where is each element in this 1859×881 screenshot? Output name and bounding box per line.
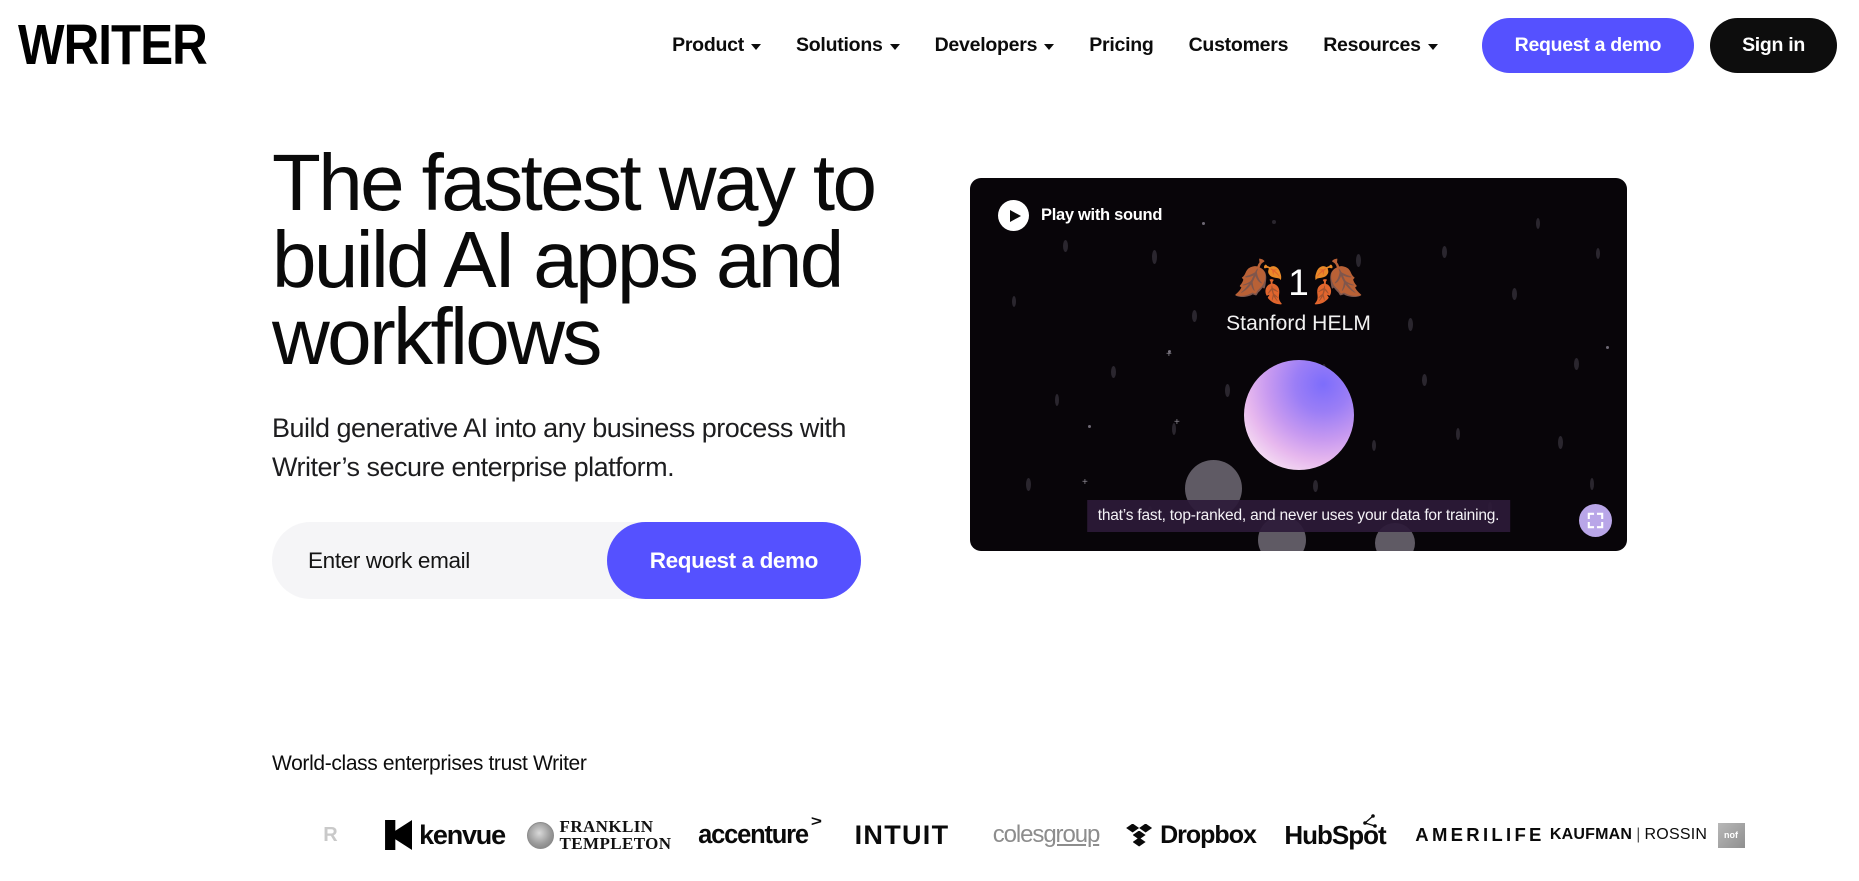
chevron-down-icon [751, 43, 761, 50]
nav-item-resources-label: Resources [1323, 33, 1421, 56]
logo-amerilife-label: AMERILIFE [1415, 824, 1545, 845]
logo-coles-group: colesgroup [976, 812, 1116, 858]
dropbox-mark-icon [1126, 823, 1153, 847]
nav-item-product-label: Product [672, 33, 744, 56]
franklin-seal-icon [526, 821, 554, 849]
demo-request-form: Request a demo [272, 522, 861, 600]
nav-item-product[interactable]: Product [672, 34, 761, 57]
request-demo-button[interactable]: Request a demo [1481, 17, 1695, 73]
hero-section: The fastest way to build AI apps and wor… [0, 90, 1859, 600]
hubspot-sprocket-icon [1362, 814, 1378, 830]
video-caption: that’s fast, top-ranked, and never uses … [1086, 500, 1511, 532]
play-with-sound-label: Play with sound [1041, 206, 1163, 224]
nav-item-solutions-label: Solutions [796, 33, 883, 56]
rossin-part: ROSSIN [1644, 826, 1708, 843]
coles-part2: group [1043, 821, 1100, 848]
award-rank-number: 1 [1288, 261, 1309, 303]
logo-dropbox-label: Dropbox [1160, 820, 1257, 849]
nav-item-pricing-label: Pricing [1089, 33, 1154, 56]
nav-buttons: Request a demo Sign in [1481, 17, 1837, 73]
nav-item-pricing[interactable]: Pricing [1089, 33, 1154, 57]
fullscreen-icon[interactable] [1579, 504, 1612, 537]
hero-copy: The fastest way to build AI apps and wor… [272, 138, 912, 600]
logo-franklin-templeton: FRANKLIN TEMPLETON [520, 812, 678, 858]
laurel-right-icon: 🍂 [1311, 258, 1365, 305]
logo-intuit-label: INTUIT [854, 819, 950, 850]
franklin-line2: TEMPLETON [559, 834, 672, 853]
writer-logo[interactable]: WRITER [18, 17, 208, 73]
logo-intuit: INTUIT [828, 812, 976, 858]
coles-part1: coles [992, 821, 1045, 848]
logo-coles-group-label: colesgroup [992, 821, 1101, 849]
nav-item-resources[interactable]: Resources [1323, 33, 1438, 57]
chevron-down-icon [1044, 43, 1055, 50]
accenture-arrow-icon: > [810, 813, 822, 830]
play-icon [998, 200, 1029, 231]
play-with-sound-button[interactable]: Play with sound [998, 200, 1162, 231]
logo-franklin-templeton-label: FRANKLIN TEMPLETON [560, 818, 672, 853]
laurel-left-icon: 🍂 [1232, 258, 1286, 305]
page-title: The fastest way to build AI apps and wor… [272, 138, 877, 381]
nav-links: Product Solutions Developers Pricing Cus… [672, 34, 1438, 57]
nav-item-solutions[interactable]: Solutions [796, 34, 900, 57]
gradient-sphere-graphic [1243, 360, 1354, 470]
hero-subheading: Build generative AI into any business pr… [272, 413, 846, 482]
kenvue-mark-icon [385, 820, 413, 850]
hero-video-player[interactable]: + + + Play with sound 🍂 1 🍂 Stanford HEL… [970, 178, 1627, 551]
logo-hubspot: HubSpot [1266, 812, 1404, 858]
logo-r: R [290, 812, 370, 858]
logo-kenvue-label: kenvue [419, 819, 506, 850]
logo-kaufman-rossin-label: KAUFMAN | ROSSIN [1550, 826, 1707, 844]
logo-nof: nof [1701, 812, 1761, 858]
logo-accenture-label: accenture [698, 820, 809, 849]
logo-kenvue: kenvue [370, 812, 520, 858]
award-benchmark-name: Stanford HELM [1226, 312, 1371, 335]
logo-r-label: R [323, 823, 337, 846]
franklin-line1: FRANKLIN [559, 816, 654, 836]
chevron-down-icon [1427, 43, 1438, 50]
logo-amerilife: AMERILIFE [1404, 812, 1556, 858]
nav-item-developers[interactable]: Developers [935, 34, 1055, 57]
logo-accenture: accenture > [678, 812, 828, 858]
customer-logo-row: R kenvue FRANKLIN TEMPLETON accenture > … [290, 812, 1745, 858]
logo-dropbox: Dropbox [1116, 812, 1266, 858]
logo-kaufman-rossin: KAUFMAN | ROSSIN [1550, 812, 1707, 858]
nav-item-customers[interactable]: Customers [1189, 34, 1289, 57]
sign-in-button[interactable]: Sign in [1710, 17, 1837, 73]
logo-nof-label: nof [1717, 822, 1745, 848]
kaufman-part: KAUFMAN [1549, 826, 1633, 843]
nav-item-customers-label: Customers [1188, 33, 1289, 56]
hero-request-demo-button[interactable]: Request a demo [606, 522, 861, 600]
top-navigation-bar: WRITER Product Solutions Developers Pric… [0, 0, 1859, 90]
kaufman-divider: | [1636, 826, 1641, 843]
nav-item-developers-label: Developers [934, 33, 1038, 56]
chevron-down-icon [889, 43, 900, 50]
laurel-wreath-icon: 🍂 1 🍂 [1232, 258, 1365, 305]
trust-heading: World-class enterprises trust Writer [272, 752, 587, 775]
award-badge-group: 🍂 1 🍂 Stanford HELM [970, 258, 1627, 336]
